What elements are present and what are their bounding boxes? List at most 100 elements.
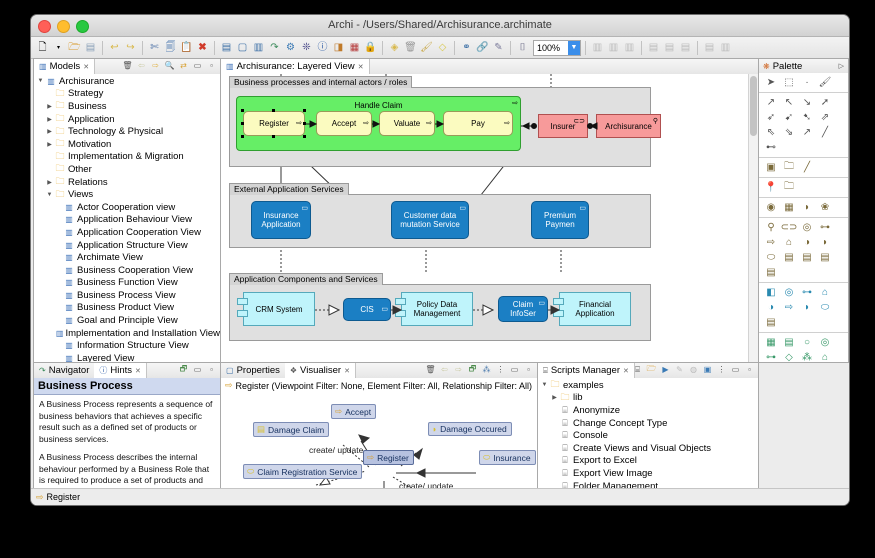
stop-icon[interactable]: ◍ <box>688 364 699 375</box>
palette-tool-row[interactable]: ➤ ⬚ · 🖌 <box>759 73 848 93</box>
tree-item[interactable]: ▥ Business Function View <box>34 277 220 290</box>
tab-models[interactable]: ▥ Models ✕ <box>34 59 96 74</box>
settings-icon[interactable]: ⚙ <box>283 40 298 55</box>
palette-body[interactable]: ➤ ⬚ · 🖌 ↗ ↖ ↘ ➚ ➶ ➹ ➷ ⇗ ⇖ ⇘ ↗ ╱ ⊷ ▣ 🗀 ╱ 📍 🗀 ◉ ▦ ◗ ❀ ⚲ ⊂⊃ ◎ ⊶ ⇨ ⌂ ◑ ◗ ⬭ ▤ ▤ ▤ ▤… <box>759 73 848 362</box>
application-function-icon[interactable]: ⌂ <box>816 285 834 300</box>
relation-realization-icon[interactable]: ➶ <box>762 110 780 125</box>
diagram-node-claim-infoser[interactable]: Claim InfoSer ▭ <box>498 296 548 322</box>
application-service-icon[interactable]: ⬭ <box>816 300 834 315</box>
copy-icon[interactable]: 🗐 <box>163 40 178 55</box>
menu-icon[interactable]: ⋮ <box>716 364 727 375</box>
node-icon[interactable]: ▦ <box>762 335 780 350</box>
diagram-node-pay[interactable]: Pay ⇨ <box>443 111 513 136</box>
group-icon[interactable]: ⚭ <box>459 40 474 55</box>
scripts-tab-bar[interactable]: ⌸ Scripts Manager ✕ ⌸ 🗁 ▶ ✎ ◍ ▣ ⋮ ▭ ▫ <box>538 363 758 379</box>
open-folder-icon[interactable]: 🗁 <box>646 364 657 375</box>
menu-icon[interactable]: ⋮ <box>495 364 506 375</box>
tree-item[interactable]: ▥ Information Structure View <box>34 339 220 352</box>
close-icon[interactable]: ✕ <box>623 367 629 375</box>
tab-navigator[interactable]: ↷ Navigator <box>34 363 94 378</box>
diagram-node-register[interactable]: Register ⇨ <box>243 111 305 136</box>
align-center-icon[interactable]: ▥ <box>606 40 621 55</box>
junction-icon[interactable]: ⊷ <box>762 140 780 155</box>
main-toolbar[interactable]: 🗋 ▾ 🗁 ▤ ↩ ↪ ✄ 🗐 📋 ✖ ▤ ▢ ▥ ↷ ⚙ ❊ ⓘ ◨ ▦ 🔒 … <box>31 37 849 59</box>
tab-hints[interactable]: ⓘ Hints ✕ <box>94 363 147 378</box>
search-icon[interactable]: 🔍 <box>164 60 175 71</box>
grouping-icon[interactable]: 🗀 <box>780 180 798 195</box>
tree-item[interactable]: ▥ Implementation and Installation View <box>34 327 220 340</box>
product-icon[interactable]: ▤ <box>762 265 780 280</box>
visualiser-node-register[interactable]: ⇨ Register <box>363 450 414 465</box>
palette-group[interactable]: ↗ ↖ ↘ ➚ ➶ ➹ ➷ ⇗ ⇖ ⇘ ↗ ╱ ⊷ <box>759 93 848 157</box>
diagram-node-accept[interactable]: Accept ⇨ <box>316 111 372 136</box>
diagram-node-insurer[interactable]: Insurer ⊂⊃ <box>538 114 588 138</box>
zoom-icon[interactable]: ⌷ <box>515 40 530 55</box>
group-icon[interactable]: 🗀 <box>780 160 798 175</box>
diagram-node-crm-system[interactable]: CRM System <box>243 292 315 326</box>
diagram-node-insurance-application[interactable]: Insurance Application ▭ <box>251 201 311 239</box>
align-top-icon[interactable]: ▤ <box>646 40 661 55</box>
outline-icon[interactable]: ▤ <box>219 40 234 55</box>
technology-function-icon[interactable]: ⌂ <box>816 350 834 362</box>
business-interface-icon[interactable]: ⊶ <box>816 220 834 235</box>
tab-visualiser[interactable]: ❖ Visualiser ✕ <box>284 363 356 378</box>
tree-item[interactable]: ▼ 🗀 Views <box>34 188 220 201</box>
tab-scripts-manager[interactable]: ⌸ Scripts Manager ✕ <box>538 363 635 378</box>
open-folder-icon[interactable]: 🗁 <box>67 40 82 55</box>
representation-icon[interactable]: ▤ <box>816 250 834 265</box>
minimize-icon[interactable]: ▭ <box>730 364 741 375</box>
relation-assignment-icon[interactable]: ➚ <box>816 95 834 110</box>
zoom-combo[interactable]: 100% ▼ <box>533 39 581 56</box>
properties-icon[interactable]: ▢ <box>235 40 250 55</box>
palette-group[interactable]: ◧ ◎ ⊶ ⌂ ◑ ⇨ ◗ ⬭ ▤ <box>759 282 848 332</box>
tree-item[interactable]: ▥ Application Cooperation View <box>34 226 220 239</box>
selection-handle[interactable] <box>241 109 244 112</box>
selection-handle[interactable] <box>303 122 306 125</box>
palette-group[interactable]: 📍 🗀 <box>759 177 848 197</box>
communication-network-icon[interactable]: ⁂ <box>798 350 816 362</box>
align-right-icon[interactable]: ▥ <box>622 40 637 55</box>
undo-icon[interactable]: ↩ <box>107 40 122 55</box>
relation-specialization-icon[interactable]: ↗ <box>798 125 816 140</box>
maximize-icon[interactable]: ▫ <box>206 60 217 71</box>
application-collaboration-icon[interactable]: ◎ <box>780 285 798 300</box>
connection-icon[interactable]: ╱ <box>798 160 816 175</box>
device-icon[interactable]: ▤ <box>780 335 798 350</box>
visualiser-content[interactable]: ⇨ Register (Viewpoint Filter: None, Elem… <box>221 378 537 505</box>
visualiser-tab-bar[interactable]: ▢ Properties ❖ Visualiser ✕ 🗑 ⇦ ⇨ 🗗 ⁂ ⋮ … <box>221 363 537 379</box>
scripts-tree[interactable]: ▼ 🗀 examples ▶ 🗀 lib ⌸ Anonymize ⌸ Change Concept… <box>538 378 758 505</box>
models-panel-tools[interactable]: 🗑 ⇦ ⇨ 🔍 ⇄ ▭ ▫ <box>122 60 217 71</box>
new-file-icon[interactable]: 🗋 <box>35 40 50 55</box>
grid-icon[interactable]: ▦ <box>347 40 362 55</box>
redo-icon[interactable]: ↪ <box>123 40 138 55</box>
chevron-down-icon[interactable]: ▼ <box>568 40 580 55</box>
minimize-icon[interactable]: ▭ <box>509 364 520 375</box>
tree-item[interactable]: ▼ 🗀 examples <box>538 379 758 392</box>
save-icon[interactable]: ▤ <box>83 40 98 55</box>
capability-icon[interactable]: ▦ <box>780 200 798 215</box>
cut-icon[interactable]: ✄ <box>147 40 162 55</box>
business-role-icon[interactable]: ⊂⊃ <box>780 220 798 235</box>
relation-influence-icon[interactable]: ⇗ <box>816 110 834 125</box>
match-height-icon[interactable]: ▥ <box>718 40 733 55</box>
font-color-icon[interactable]: 🖌 <box>419 40 434 55</box>
visualiser-panel-tools[interactable]: 🗑 ⇦ ⇨ 🗗 ⁂ ⋮ ▭ ▫ <box>425 364 534 375</box>
visualiser-node-accept[interactable]: ⇨ Accept <box>331 404 377 419</box>
new-window-icon[interactable]: 🗗 <box>178 364 189 375</box>
editor-tab-bar[interactable]: ▥ Archisurance: Layered View ✕ <box>221 59 758 75</box>
palette-group[interactable]: ▦▤○◎⊶◇⁂⌂⇨◑◗⬭🗋 <box>759 332 848 362</box>
maximize-icon[interactable]: ▫ <box>523 364 534 375</box>
value-stream-icon[interactable]: ❀ <box>816 200 834 215</box>
navigator-icon[interactable]: ↷ <box>267 40 282 55</box>
link-icon[interactable]: 🔗 <box>475 40 490 55</box>
tree-item[interactable]: ▥ Layered View <box>34 352 220 362</box>
script-icon[interactable]: ⌸ <box>632 364 643 375</box>
tree-item[interactable]: ▥ Archimate View <box>34 251 220 264</box>
note-icon[interactable]: ▣ <box>762 160 780 175</box>
close-icon[interactable]: ✕ <box>358 63 364 71</box>
format-painter-icon[interactable]: 🖌 <box>816 75 834 90</box>
run-icon[interactable]: ▶ <box>660 364 671 375</box>
back-arrow-icon[interactable]: ⇦ <box>439 364 450 375</box>
relation-composition-icon[interactable]: ↖ <box>780 95 798 110</box>
paste-icon[interactable]: 📋 <box>179 40 194 55</box>
